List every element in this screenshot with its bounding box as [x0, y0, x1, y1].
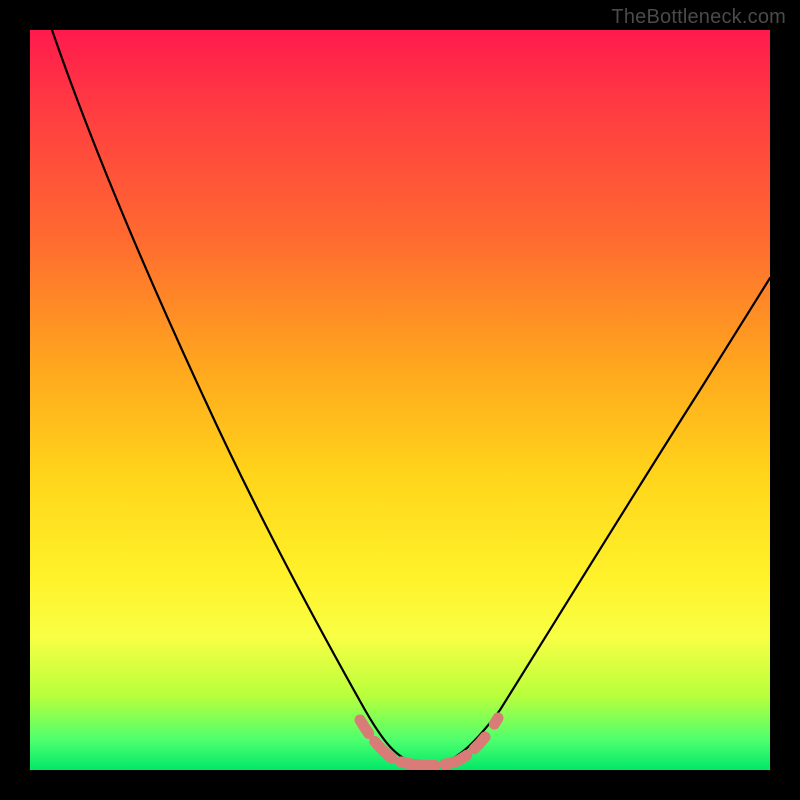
watermark-text: TheBottleneck.com	[611, 6, 786, 29]
chart-frame: TheBottleneck.com	[0, 0, 800, 800]
plot-area	[30, 30, 770, 770]
curve-layer	[30, 30, 770, 770]
bottleneck-curve	[52, 30, 770, 765]
valley-highlight	[360, 718, 498, 766]
